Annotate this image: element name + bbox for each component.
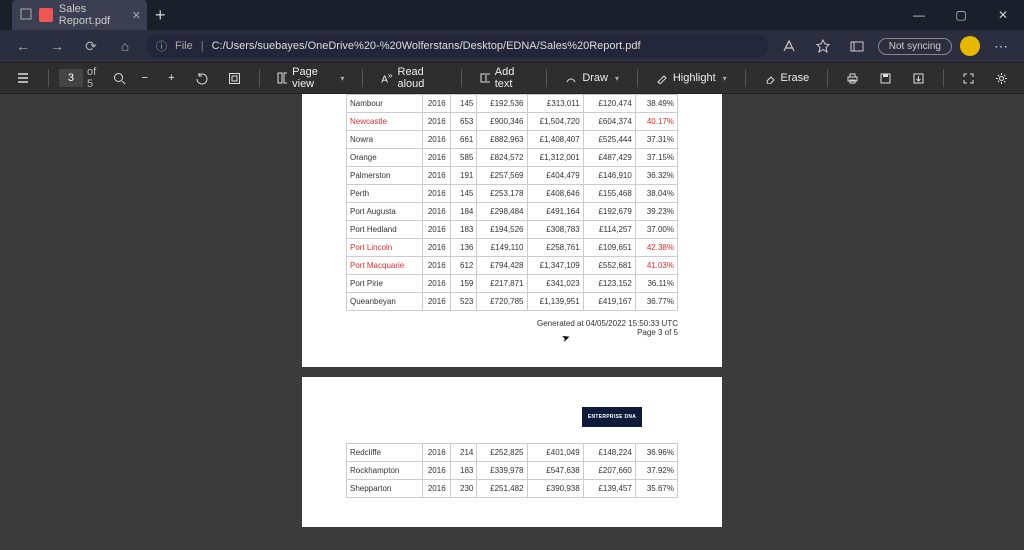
table-row: Port Macquarie2016612£794,428£1,347,109£… [347,257,678,275]
url-text: C:/Users/suebayes/OneDrive%20-%20Wolfers… [212,40,758,52]
search-button[interactable] [109,66,130,90]
add-text-button[interactable]: Add text [472,66,537,90]
fullscreen-button[interactable] [954,66,983,90]
collections-icon [20,8,33,22]
table-row: Perth2016145£253,178£408,646£155,46838.0… [347,185,678,203]
tab-title: Sales Report.pdf [59,3,137,27]
toc-button[interactable] [8,66,38,90]
rotate-button[interactable] [187,66,216,90]
close-tab-icon[interactable]: ✕ [132,9,141,22]
profile-avatar[interactable] [960,36,980,56]
scheme-label: File [175,40,193,52]
table-row: Port Lincoln2016136£149,110£258,761£109,… [347,239,678,257]
window-controls: — ▢ ✕ [898,0,1024,30]
refresh-button[interactable]: ⟳ [78,33,104,59]
highlight-button[interactable]: Highlight▾ [648,66,735,90]
url-field[interactable]: ⓘ File | C:/Users/suebayes/OneDrive%20-%… [146,34,768,58]
page-view-button[interactable]: Page view▾ [269,66,352,90]
table-row: Shepparton2016230£251,482£390,938£139,45… [347,480,678,498]
erase-button[interactable]: Erase [756,66,818,90]
save-as-button[interactable] [904,66,933,90]
close-window-button[interactable]: ✕ [982,0,1024,30]
logo: ENTERPRISE DNA [582,407,642,427]
settings-button[interactable] [987,66,1016,90]
print-button[interactable] [838,66,867,90]
new-tab-button[interactable]: + [155,5,166,26]
zoom-out-button[interactable]: − [134,66,156,90]
generated-text: Generated at 04/05/2022 15:50:33 UTC [302,319,678,328]
more-button[interactable]: ⋯ [988,33,1014,59]
page-total: of 5 [87,66,105,90]
favorite-icon[interactable] [810,33,836,59]
table-row: Redcliffe2016214£252,825£401,049£148,224… [347,444,678,462]
table-row: Nowra2016661£882,963£1,408,407£525,44437… [347,131,678,149]
table-row: Orange2016585£824,572£1,312,001£487,4293… [347,149,678,167]
pdf-icon [39,8,52,22]
titlebar: Sales Report.pdf ✕ + — ▢ ✕ [0,0,1024,30]
pdf-toolbar: of 5 − + Page view▾ A»Read aloud Add tex… [0,62,1024,94]
table-row: Port Hedland2016183£194,526£308,783£114,… [347,221,678,239]
reading-icon[interactable] [776,33,802,59]
collections-button[interactable] [844,33,870,59]
maximize-button[interactable]: ▢ [940,0,982,30]
read-aloud-button[interactable]: A»Read aloud [373,66,451,90]
table-row: Port Pirie2016159£217,871£341,023£123,15… [347,275,678,293]
page-number-input[interactable] [59,69,83,87]
browser-tab[interactable]: Sales Report.pdf ✕ [12,0,147,30]
forward-button[interactable]: → [44,33,70,59]
document-viewport[interactable]: Mount Isa2016332Murray Bridge2016183£252… [0,94,1024,550]
table-row: Palmerston2016191£257,569£404,479£146,91… [347,167,678,185]
table-row: Nambour2016145£192,536£313,011£120,47438… [347,95,678,113]
table-row: Rockhampton2016183£339,978£547,638£207,6… [347,462,678,480]
report-table-page4: Redcliffe2016214£252,825£401,049£148,224… [346,443,678,498]
sync-status[interactable]: Not syncing [878,38,952,55]
address-bar: ← → ⟳ ⌂ ⓘ File | C:/Users/suebayes/OneDr… [0,30,1024,62]
draw-button[interactable]: Draw▾ [557,66,627,90]
table-row: Port Augusta2016184£298,484£491,164£192,… [347,203,678,221]
info-icon: ⓘ [156,38,167,54]
table-row: Queanbeyan2016523£720,785£1,139,951£419,… [347,293,678,311]
pdf-page-3: Mount Isa2016332Murray Bridge2016183£252… [302,94,722,367]
report-table-page3: Mount Isa2016332Murray Bridge2016183£252… [346,94,678,311]
home-button[interactable]: ⌂ [112,33,138,59]
pdf-page-4: ENTERPRISE DNA Redcliffe2016214£252,825£… [302,377,722,527]
minimize-button[interactable]: — [898,0,940,30]
table-row: Newcastle2016653£900,346£1,504,720£604,3… [347,113,678,131]
page-label: Page 3 of 5 [302,328,678,337]
save-button[interactable] [871,66,900,90]
zoom-in-button[interactable]: + [160,66,182,90]
fit-button[interactable] [220,66,249,90]
back-button[interactable]: ← [10,33,36,59]
